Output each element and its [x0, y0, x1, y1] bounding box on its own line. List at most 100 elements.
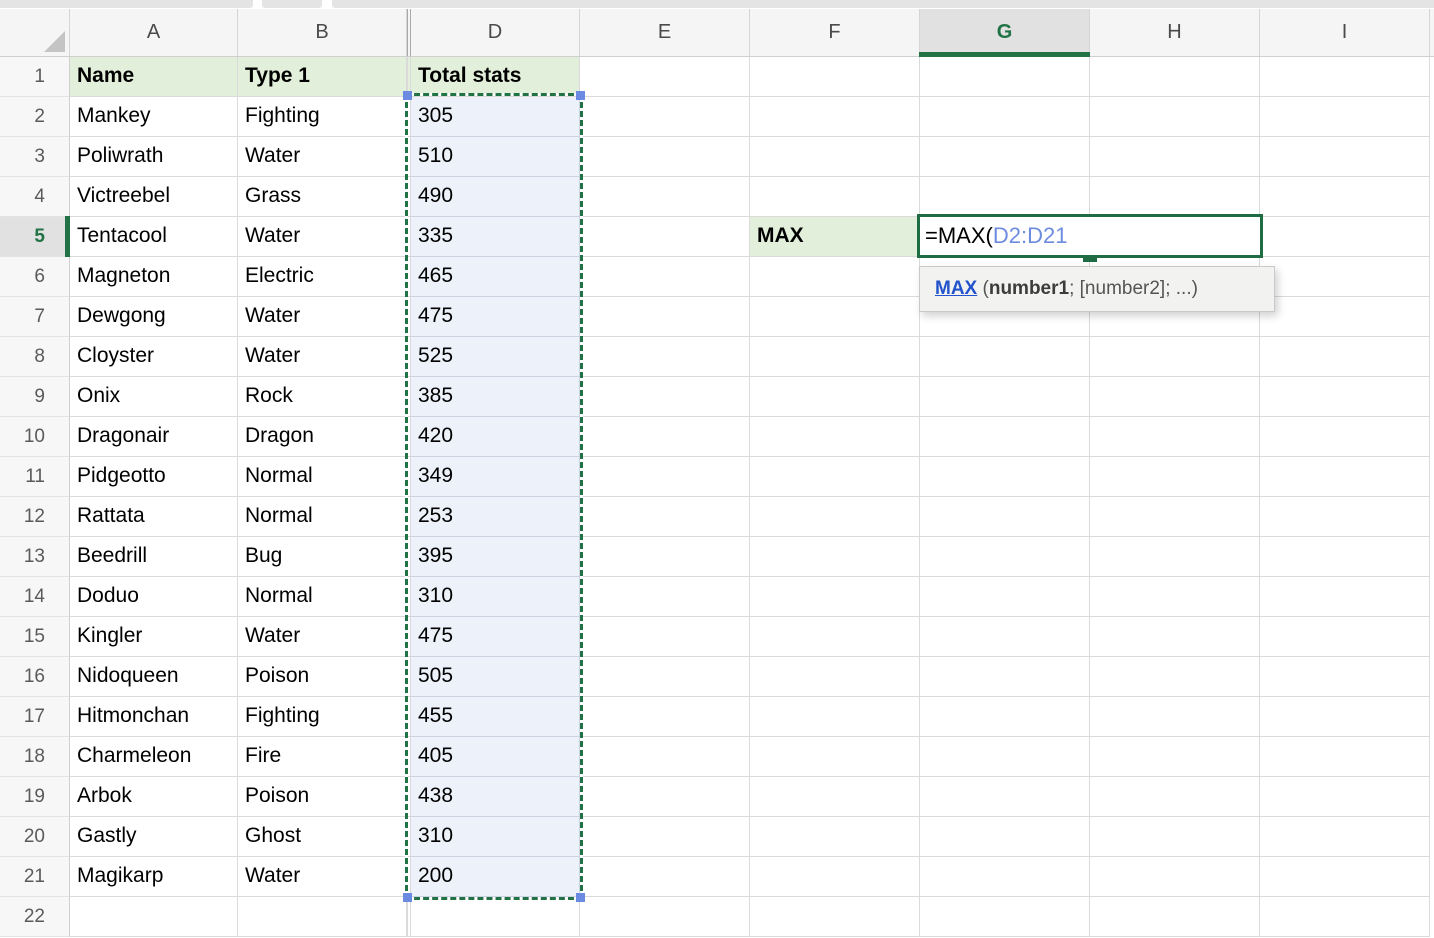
cell-A1[interactable]: Name	[70, 57, 238, 97]
row-header-10[interactable]: 10	[0, 417, 70, 457]
cell-H17[interactable]	[1090, 697, 1260, 737]
cell-G17[interactable]	[920, 697, 1090, 737]
cell-A8[interactable]: Cloyster	[70, 337, 238, 377]
cell-G16[interactable]	[920, 657, 1090, 697]
cell-E9[interactable]	[580, 377, 750, 417]
cell-I21[interactable]	[1260, 857, 1430, 897]
cell-F3[interactable]	[750, 137, 920, 177]
cell-B22[interactable]	[238, 897, 407, 937]
cell-I13[interactable]	[1260, 537, 1430, 577]
cell-F9[interactable]	[750, 377, 920, 417]
cell-D20[interactable]: 310	[411, 817, 580, 857]
cell-B8[interactable]: Water	[238, 337, 407, 377]
cell-A17[interactable]: Hitmonchan	[70, 697, 238, 737]
function-name-link[interactable]: MAX	[935, 278, 977, 299]
cell-A18[interactable]: Charmeleon	[70, 737, 238, 777]
cell-E4[interactable]	[580, 177, 750, 217]
cell-E17[interactable]	[580, 697, 750, 737]
cell-G20[interactable]	[920, 817, 1090, 857]
cell-H11[interactable]	[1090, 457, 1260, 497]
cell-D12[interactable]: 253	[411, 497, 580, 537]
row-header-17[interactable]: 17	[0, 697, 70, 737]
cell-G2[interactable]	[920, 97, 1090, 137]
cell-G15[interactable]	[920, 617, 1090, 657]
active-cell-editor[interactable]: =MAX(D2:D21	[917, 214, 1263, 258]
cell-D7[interactable]: 475	[411, 297, 580, 337]
cell-F16[interactable]	[750, 657, 920, 697]
cell-G22[interactable]	[920, 897, 1090, 937]
cell-H10[interactable]	[1090, 417, 1260, 457]
cell-F11[interactable]	[750, 457, 920, 497]
cell-F18[interactable]	[750, 737, 920, 777]
cell-D2[interactable]: 305	[411, 97, 580, 137]
cell-B4[interactable]: Grass	[238, 177, 407, 217]
cell-B14[interactable]: Normal	[238, 577, 407, 617]
cell-I19[interactable]	[1260, 777, 1430, 817]
cell-D3[interactable]: 510	[411, 137, 580, 177]
cell-B10[interactable]: Dragon	[238, 417, 407, 457]
cell-B6[interactable]: Electric	[238, 257, 407, 297]
editor-bottom-handle[interactable]	[1083, 255, 1097, 262]
cell-B17[interactable]: Fighting	[238, 697, 407, 737]
cell-E20[interactable]	[580, 817, 750, 857]
cell-H13[interactable]	[1090, 537, 1260, 577]
cell-D4[interactable]: 490	[411, 177, 580, 217]
cell-E10[interactable]	[580, 417, 750, 457]
cell-E18[interactable]	[580, 737, 750, 777]
row-header-14[interactable]: 14	[0, 577, 70, 617]
cell-I9[interactable]	[1260, 377, 1430, 417]
cell-E7[interactable]	[580, 297, 750, 337]
cell-I17[interactable]	[1260, 697, 1430, 737]
cell-D13[interactable]: 395	[411, 537, 580, 577]
cell-I10[interactable]	[1260, 417, 1430, 457]
cell-A14[interactable]: Doduo	[70, 577, 238, 617]
cell-B21[interactable]: Water	[238, 857, 407, 897]
cell-D16[interactable]: 505	[411, 657, 580, 697]
row-header-21[interactable]: 21	[0, 857, 70, 897]
cell-H15[interactable]	[1090, 617, 1260, 657]
cell-G12[interactable]	[920, 497, 1090, 537]
cell-A10[interactable]: Dragonair	[70, 417, 238, 457]
column-header-G[interactable]: G	[920, 9, 1090, 56]
cell-F5[interactable]: MAX	[750, 217, 920, 257]
column-header-F[interactable]: F	[750, 9, 920, 56]
cell-B15[interactable]: Water	[238, 617, 407, 657]
cell-F1[interactable]	[750, 57, 920, 97]
cell-I15[interactable]	[1260, 617, 1430, 657]
cell-G18[interactable]	[920, 737, 1090, 777]
cell-G4[interactable]	[920, 177, 1090, 217]
cell-D1[interactable]: Total stats	[411, 57, 580, 97]
cell-A12[interactable]: Rattata	[70, 497, 238, 537]
cell-B9[interactable]: Rock	[238, 377, 407, 417]
cell-F17[interactable]	[750, 697, 920, 737]
row-header-16[interactable]: 16	[0, 657, 70, 697]
cell-D14[interactable]: 310	[411, 577, 580, 617]
cell-G19[interactable]	[920, 777, 1090, 817]
row-header-7[interactable]: 7	[0, 297, 70, 337]
cell-B20[interactable]: Ghost	[238, 817, 407, 857]
cell-A21[interactable]: Magikarp	[70, 857, 238, 897]
cell-I5[interactable]	[1260, 217, 1430, 257]
cell-D15[interactable]: 475	[411, 617, 580, 657]
cell-D18[interactable]: 405	[411, 737, 580, 777]
row-header-22[interactable]: 22	[0, 897, 70, 937]
cell-E8[interactable]	[580, 337, 750, 377]
cell-H21[interactable]	[1090, 857, 1260, 897]
cell-H18[interactable]	[1090, 737, 1260, 777]
cell-E1[interactable]	[580, 57, 750, 97]
row-header-6[interactable]: 6	[0, 257, 70, 297]
cell-G1[interactable]	[920, 57, 1090, 97]
cell-A3[interactable]: Poliwrath	[70, 137, 238, 177]
cell-A13[interactable]: Beedrill	[70, 537, 238, 577]
cell-I20[interactable]	[1260, 817, 1430, 857]
cell-E19[interactable]	[580, 777, 750, 817]
row-header-4[interactable]: 4	[0, 177, 70, 217]
cell-G10[interactable]	[920, 417, 1090, 457]
cell-I16[interactable]	[1260, 657, 1430, 697]
cell-G14[interactable]	[920, 577, 1090, 617]
cell-I4[interactable]	[1260, 177, 1430, 217]
cell-A11[interactable]: Pidgeotto	[70, 457, 238, 497]
row-header-12[interactable]: 12	[0, 497, 70, 537]
cell-F14[interactable]	[750, 577, 920, 617]
cell-H12[interactable]	[1090, 497, 1260, 537]
